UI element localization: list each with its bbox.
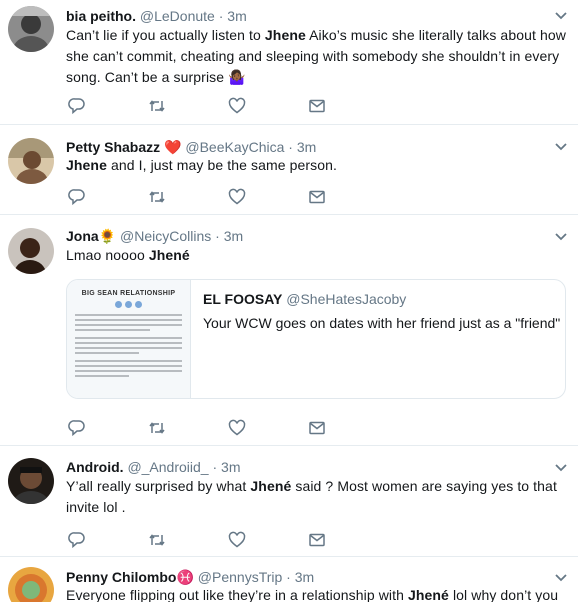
tweet-text: Lmao noooo Jhené: [66, 247, 190, 263]
user-handle[interactable]: @_Androiid_: [127, 459, 208, 475]
tweet[interactable]: Penny Chilombo♓ @PennysTrip · 3m Everyon…: [0, 557, 578, 602]
chevron-down-icon[interactable]: [554, 140, 568, 154]
timestamp[interactable]: 3m: [224, 228, 243, 244]
tweet-header: Petty Shabazz ❤️ @BeeKayChica · 3m: [66, 138, 316, 156]
pisces-emoji: ♓: [176, 569, 194, 585]
card-text: Your WCW goes on dates with her friend j…: [203, 315, 561, 331]
separator: ·: [218, 8, 224, 24]
tweet-header: Jona🌻 @NeicyCollins · 3m: [66, 227, 243, 245]
user-name[interactable]: Android.: [66, 459, 124, 475]
direct-message-icon[interactable]: [308, 419, 326, 437]
card-author: EL FOOSAY @SheHatesJacoby: [203, 290, 406, 308]
highlighted-term: Jhené: [250, 478, 292, 494]
tweet-actions: [66, 188, 366, 206]
user-name[interactable]: Jona: [66, 228, 99, 244]
share-icons: [75, 301, 182, 308]
tweet-text: Can’t lie if you actually listen to Jhen…: [66, 27, 566, 85]
tweet-actions: [66, 531, 366, 549]
user-name[interactable]: bia peitho.: [66, 8, 136, 24]
avatar[interactable]: [8, 6, 54, 52]
timestamp[interactable]: 3m: [297, 139, 316, 155]
card-author-handle: @SheHatesJacoby: [286, 291, 407, 307]
user-name[interactable]: Penny Chilombo: [66, 569, 176, 585]
direct-message-icon[interactable]: [308, 97, 326, 115]
retweet-icon[interactable]: [148, 188, 166, 206]
user-name[interactable]: Petty Shabazz: [66, 139, 160, 155]
like-icon[interactable]: [228, 188, 246, 206]
avatar[interactable]: [8, 567, 54, 602]
avatar[interactable]: [8, 138, 54, 184]
chevron-down-icon[interactable]: [554, 230, 568, 244]
chevron-down-icon[interactable]: [554, 571, 568, 585]
tweet-text: Y’all really surprised by what Jhené sai…: [66, 478, 557, 515]
chevron-down-icon[interactable]: [554, 9, 568, 23]
timestamp[interactable]: 3m: [221, 459, 240, 475]
user-handle[interactable]: @BeeKayChica: [185, 139, 284, 155]
retweet-icon[interactable]: [148, 419, 166, 437]
shrug-emoji: 🤷🏾‍♀️: [224, 69, 246, 85]
direct-message-icon[interactable]: [308, 531, 326, 549]
sunflower-emoji: 🌻: [98, 228, 117, 244]
separator: ·: [215, 228, 220, 244]
retweet-icon[interactable]: [148, 97, 166, 115]
retweet-icon[interactable]: [148, 531, 166, 549]
avatar[interactable]: [8, 228, 54, 274]
timestamp[interactable]: 3m: [227, 8, 246, 24]
tweet[interactable]: Jona🌻 @NeicyCollins · 3m Lmao noooo Jhen…: [0, 215, 578, 446]
highlighted-term: Jhene: [66, 157, 107, 173]
tweet[interactable]: Petty Shabazz ❤️ @BeeKayChica · 3m Jhene…: [0, 125, 578, 215]
tweet-header: Android. @_Androiid_ · 3m: [66, 458, 241, 476]
card-thumbnail: BIG SEAN RELATIONSHIP: [67, 280, 191, 398]
tweet-text: Jhene and I, just may be the same person…: [66, 157, 338, 173]
avatar[interactable]: [8, 458, 54, 504]
direct-message-icon[interactable]: [308, 188, 326, 206]
highlighted-term: Jhené: [407, 587, 449, 602]
highlighted-term: Jhené: [148, 247, 190, 263]
card-thumbnail-title: BIG SEAN RELATIONSHIP: [81, 290, 176, 297]
like-icon[interactable]: [228, 97, 246, 115]
tweet[interactable]: Android. @_Androiid_ · 3m Y’all really s…: [0, 446, 578, 557]
separator: ·: [286, 569, 291, 585]
like-icon[interactable]: [228, 531, 246, 549]
tweet-text: Everyone flipping out like they’re in a …: [66, 587, 559, 602]
like-icon[interactable]: [228, 419, 246, 437]
separator: ·: [288, 139, 293, 155]
quoted-tweet-card[interactable]: BIG SEAN RELATIONSHIP EL FOOSAY @SheHate…: [66, 279, 566, 399]
tweet[interactable]: bia peitho. @LeDonute · 3m Can’t lie if …: [0, 0, 578, 125]
reply-icon[interactable]: [68, 531, 86, 549]
tweet-header: Penny Chilombo♓ @PennysTrip · 3m: [66, 568, 314, 586]
user-handle[interactable]: @NeicyCollins: [120, 228, 211, 244]
tweet-actions: [66, 419, 366, 437]
timestamp[interactable]: 3m: [295, 569, 314, 585]
reply-icon[interactable]: [68, 97, 86, 115]
reply-icon[interactable]: [68, 419, 86, 437]
separator: ·: [212, 459, 218, 475]
tweet-actions: [66, 97, 366, 115]
tweet-header: bia peitho. @LeDonute · 3m: [66, 7, 247, 25]
chevron-down-icon[interactable]: [554, 461, 568, 475]
user-handle[interactable]: @LeDonute: [140, 8, 215, 24]
highlighted-term: Jhene: [264, 27, 306, 43]
card-author-name: EL FOOSAY: [203, 291, 283, 307]
heart-emoji: ❤️: [164, 139, 182, 155]
reply-icon[interactable]: [68, 188, 86, 206]
user-handle[interactable]: @PennysTrip: [198, 569, 283, 585]
